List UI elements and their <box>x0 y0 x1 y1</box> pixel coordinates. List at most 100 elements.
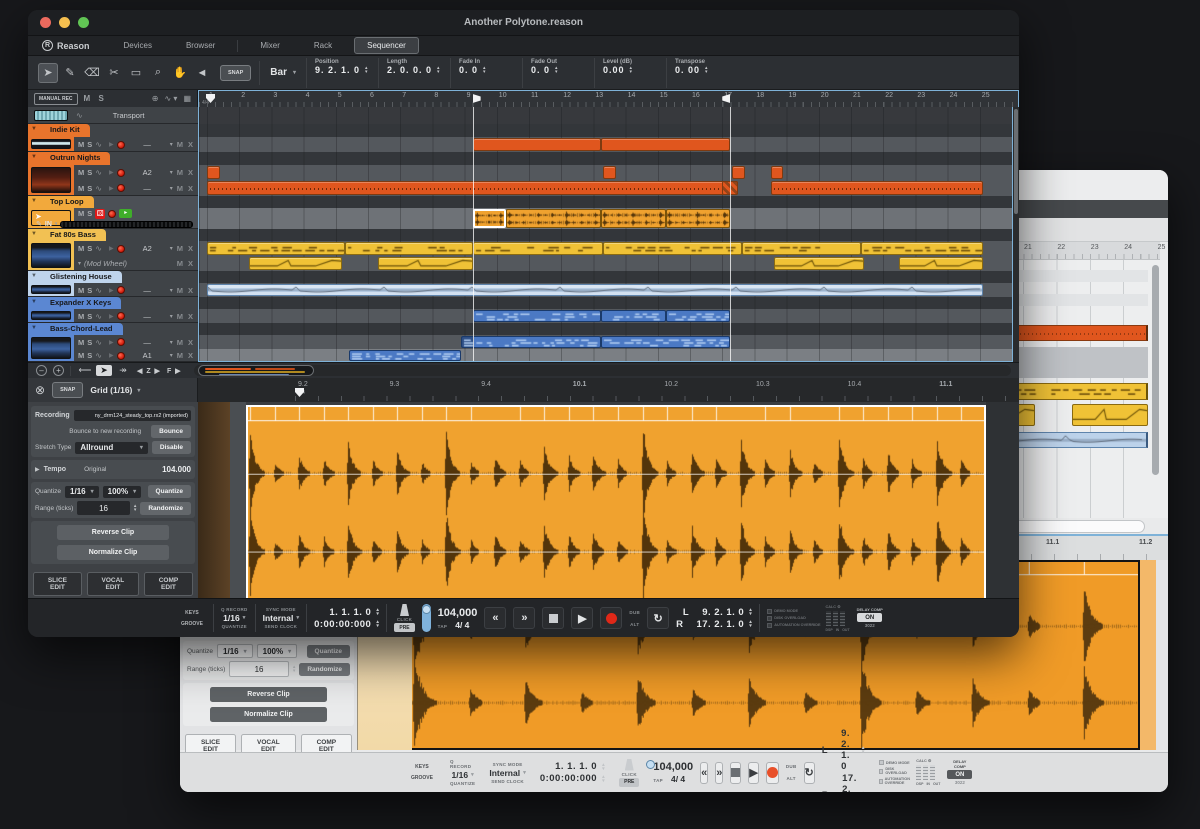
record-button[interactable] <box>600 607 622 629</box>
track-name-tab[interactable]: ▼Outrun Nights <box>28 152 110 165</box>
pre-count-button[interactable]: PRE <box>394 623 414 632</box>
glistening-clip-lane[interactable] <box>199 283 1012 297</box>
quantize-grid-dropdown[interactable]: 1/16▾ <box>217 644 253 658</box>
mute-tool-icon[interactable]: ▭ <box>126 63 146 83</box>
chevron-down-icon[interactable]: ▾ <box>78 260 81 267</box>
track-row-indie-kit[interactable]: ▼Indie KitMS∿▶—▾MX <box>28 124 198 152</box>
record-enable-button[interactable] <box>117 312 125 320</box>
range-stepper[interactable]: ▴▾ <box>293 665 296 673</box>
record-enable-button[interactable] <box>117 141 125 149</box>
record-button[interactable] <box>766 762 779 784</box>
keys-button[interactable]: KEYS <box>412 762 432 772</box>
tempo-value[interactable]: 104,000 <box>438 607 478 619</box>
chevron-down-icon[interactable]: ▾ <box>170 287 173 294</box>
tab-browser[interactable]: Browser <box>174 38 227 53</box>
quantize-button[interactable]: Quantize <box>307 645 350 658</box>
arrange-overview-scrollbar[interactable] <box>194 365 1011 376</box>
stop-button[interactable] <box>542 607 564 629</box>
track-solo-button[interactable]: S <box>87 312 92 321</box>
time-signature-value[interactable]: 4/ 4 <box>455 620 469 630</box>
loop-right-row[interactable]: R17. 2. 1. 0▴▾ <box>676 619 752 630</box>
clip-wave[interactable] <box>506 209 601 228</box>
song-position-bars-value[interactable]: 1. 1. 1. 0 <box>555 761 597 772</box>
field-value[interactable]: 2. 0. 0. 0▴▾ <box>387 65 442 75</box>
time-signature-value[interactable]: 4/ 4 <box>671 774 685 784</box>
razor-tool-icon[interactable]: ✂ <box>104 63 124 83</box>
quantize-amount-dropdown[interactable]: 100%▾ <box>257 644 297 658</box>
clip-ynotes[interactable] <box>473 242 603 255</box>
chevron-down-icon[interactable]: ▾ <box>170 352 173 359</box>
pre-count-button[interactable]: PRE <box>619 778 639 787</box>
clip-wave[interactable] <box>601 209 665 228</box>
bass-chord-name-lane[interactable] <box>199 323 1012 335</box>
collapse-arrow-icon[interactable]: ▼ <box>31 325 37 331</box>
zoom-out-icon[interactable]: – <box>36 365 47 376</box>
loop-left-row[interactable]: L9. 2. 1. 0▴▾ <box>822 728 865 772</box>
field-value[interactable]: 0. 0▴▾ <box>459 65 514 75</box>
nav-arrow-1[interactable]: ➤ <box>96 365 112 376</box>
position-stepper[interactable]: ▴▾ <box>602 763 605 771</box>
song-position-bars[interactable]: 1. 1. 1. 0▴▾ <box>329 607 379 618</box>
manual-rec-button[interactable]: MANUAL REC <box>34 93 78 105</box>
chevron-down-icon[interactable]: ▾ <box>170 141 173 148</box>
stretch-type-dropdown[interactable]: Allround▾ <box>75 442 148 454</box>
record-enable-button[interactable] <box>117 352 125 360</box>
zoom-in-icon[interactable]: + <box>53 365 64 376</box>
record-target-value[interactable]: — <box>128 184 167 193</box>
track-row-transport[interactable]: ∿Transport <box>28 107 198 124</box>
lane-mute-button[interactable]: M <box>176 351 184 360</box>
track-solo-button[interactable]: S <box>87 140 92 149</box>
loop-right-value[interactable]: 17. 2. 1. 0 <box>842 773 857 792</box>
collapse-arrow-icon[interactable]: ▼ <box>31 299 37 305</box>
play-button[interactable]: ▶ <box>571 607 593 629</box>
track-mute-button[interactable]: M <box>78 209 84 218</box>
click-level-slider[interactable] <box>422 604 431 632</box>
field-stepper[interactable]: ▴▾ <box>365 66 368 74</box>
locator-stepper[interactable]: ▴▾ <box>862 746 865 754</box>
lane-delete-button[interactable]: X <box>187 351 194 360</box>
top-loop-name-lane[interactable] <box>199 196 1012 208</box>
song-position-time-value[interactable]: 0:00:00:000 <box>540 773 597 784</box>
position-stepper[interactable]: ▴▾ <box>602 775 605 783</box>
loop-left-row[interactable]: L9. 2. 1. 0▴▾ <box>683 607 752 618</box>
pencil-tool-icon[interactable]: ✎ <box>60 63 80 83</box>
record-enable-button[interactable] <box>117 184 125 192</box>
zoom-loop-button[interactable]: ◀ Z ▶ <box>137 367 161 375</box>
tap-tempo-button[interactable]: TAP <box>438 624 448 629</box>
tab-devices[interactable]: Devices <box>112 38 164 53</box>
close-editor-icon[interactable]: ⊗ <box>35 383 45 397</box>
clip-yramp[interactable] <box>774 257 864 270</box>
locator-stepper[interactable]: ▴▾ <box>862 791 865 792</box>
track-row-bass-chord-lead[interactable]: ▼Bass-Chord-LeadMS∿▶—▾MXMS∿▶A1▾MX <box>28 323 198 362</box>
track-mute-button[interactable]: M <box>78 351 84 360</box>
fat-80s-name-lane[interactable] <box>199 229 1012 241</box>
lane-delete-button[interactable]: X <box>187 286 194 295</box>
dub-button[interactable]: DUB <box>786 761 797 772</box>
track-mute-button[interactable]: M <box>78 244 84 253</box>
q-record-value-dropdown[interactable]: 1/16▾ <box>223 613 245 623</box>
range-stepper[interactable]: ▴▾ <box>134 504 137 512</box>
track-mute-button[interactable]: M <box>78 184 84 193</box>
field-stepper[interactable]: ▴▾ <box>437 66 440 74</box>
recording-file-field[interactable]: ny_drm124_steady_top.rx2 (imported) <box>74 410 191 421</box>
clip-bnotesicon[interactable] <box>461 336 601 348</box>
outrun-clip-lane-2[interactable] <box>199 180 1012 196</box>
clip-yramp[interactable] <box>378 257 473 270</box>
field-stepper[interactable]: ▴▾ <box>630 66 633 74</box>
grid-value-dropdown[interactable]: Bar▾ <box>259 61 306 85</box>
randomize-button[interactable]: Randomize <box>299 663 350 676</box>
clip-bnotes[interactable] <box>473 310 602 322</box>
track-solo-button[interactable]: S <box>87 244 92 253</box>
collapse-arrow-icon[interactable]: ▼ <box>31 273 37 279</box>
randomize-button[interactable]: Randomize <box>140 502 191 515</box>
back-window-vertical-scrollbar[interactable] <box>1152 265 1159 475</box>
back-yellow-ramp-clip[interactable] <box>1072 404 1148 426</box>
record-target-value[interactable]: — <box>128 286 167 295</box>
record-enable-button[interactable] <box>117 245 125 253</box>
delay-comp-on-button[interactable]: ON <box>947 770 972 779</box>
clip-wave[interactable] <box>666 209 730 228</box>
slider-thumb[interactable] <box>422 605 431 614</box>
record-target-value[interactable]: A2 <box>128 244 167 253</box>
field-value[interactable]: 0. 00▴▾ <box>675 65 730 75</box>
lane-mute-button[interactable]: M <box>176 184 184 193</box>
